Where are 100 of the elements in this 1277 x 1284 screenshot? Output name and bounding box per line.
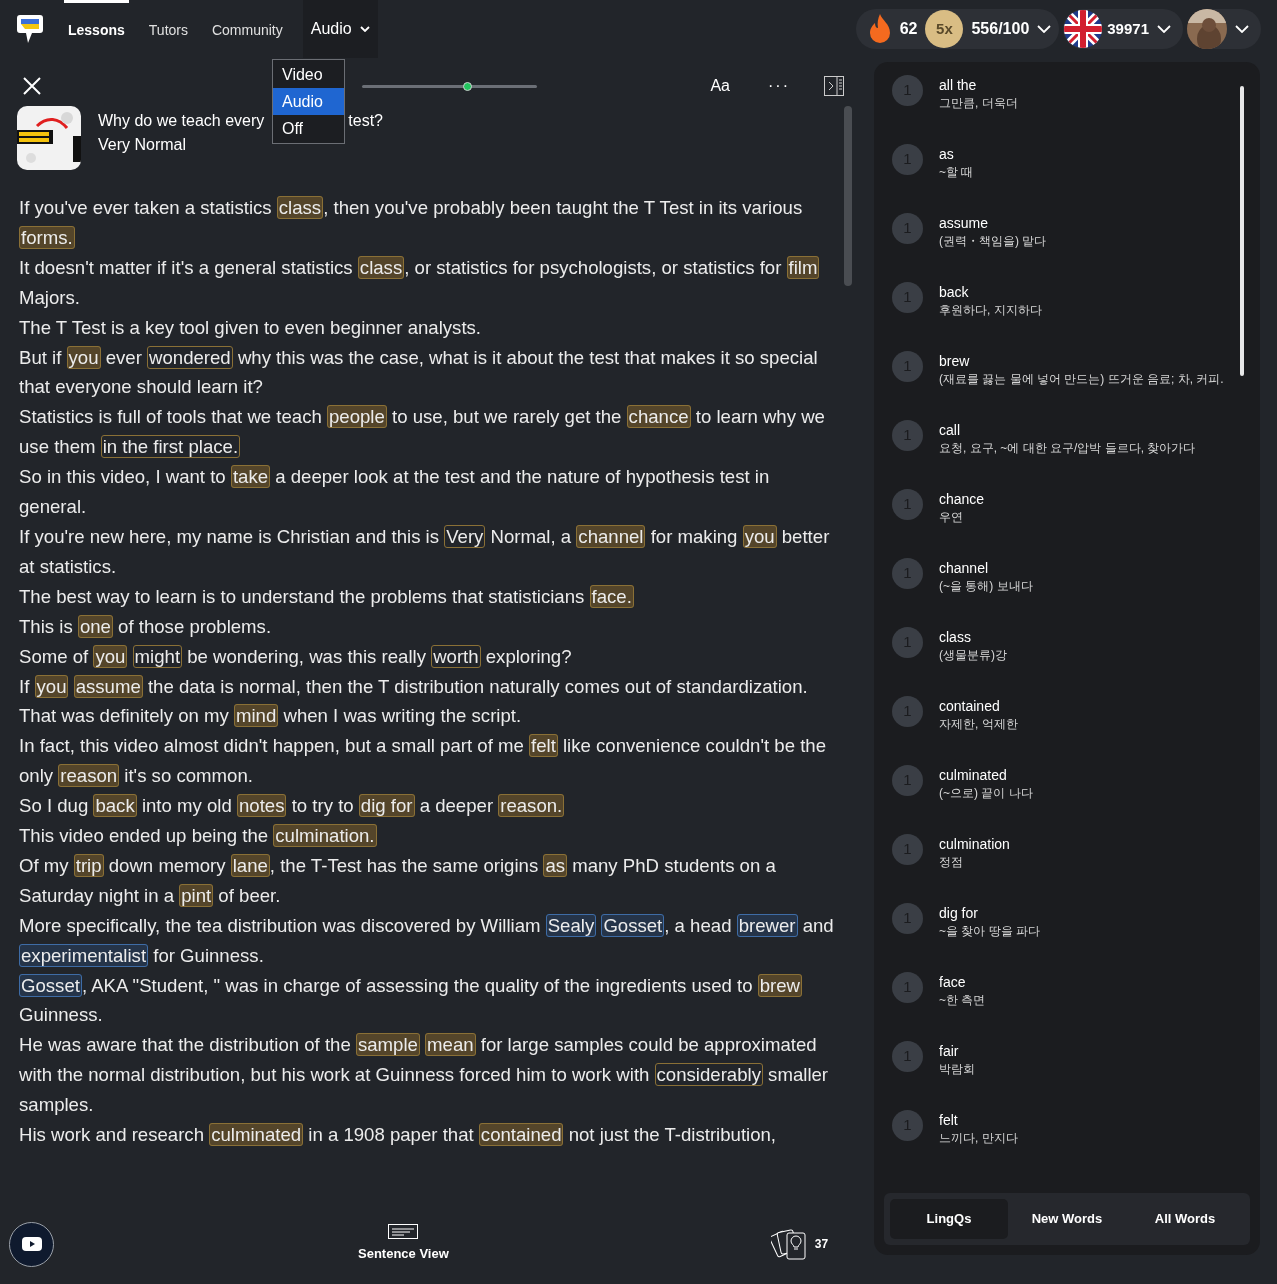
phrase-word[interactable]: worth: [431, 644, 481, 668]
slider-thumb[interactable]: [463, 81, 472, 91]
new-word[interactable]: Sealy: [545, 913, 597, 937]
font-size-button[interactable]: Aa: [706, 74, 734, 98]
transcript-sentence: Of my trip down memory lane, the T-Test has the same origins as many PhD students on a Saturday night in a pint of beer.: [19, 852, 777, 909]
phrase-word[interactable]: might: [132, 644, 183, 668]
lingq-word[interactable]: dig for: [358, 794, 415, 818]
vocab-term[interactable]: channel: [939, 559, 1033, 578]
lingq-word[interactable]: as: [543, 853, 568, 877]
lingq-word[interactable]: chance: [626, 405, 691, 429]
new-word[interactable]: Gosset: [19, 973, 82, 997]
stats-pill[interactable]: 62 5x 556/100: [855, 9, 1060, 49]
vocab-meaning: 그만큼, 더욱더: [939, 95, 1018, 112]
flashcards-button[interactable]: 37: [770, 1227, 829, 1261]
transcript-sentence: In fact, this video almost didn't happen, but a small part of me felt like convenience couldn't be the only reason it's so common.: [19, 733, 827, 790]
vocab-term[interactable]: felt: [939, 1111, 1018, 1130]
lingq-word[interactable]: pint: [179, 883, 214, 907]
phrase-word[interactable]: considerably: [654, 1063, 763, 1087]
flag-icon: [1063, 9, 1104, 49]
sentence-icon: [388, 1224, 419, 1240]
vocab-term[interactable]: brew: [939, 352, 1224, 371]
phrase-word[interactable]: wondered: [147, 345, 233, 369]
vocab-term[interactable]: assume: [939, 214, 1047, 233]
lingq-word[interactable]: sample: [355, 1033, 420, 1057]
chevron-down-icon: [1235, 25, 1249, 33]
vocab-term[interactable]: contained: [939, 697, 1018, 716]
lingq-word[interactable]: face.: [589, 584, 634, 608]
media-mode-dropdown[interactable]: Audio: [302, 0, 378, 58]
lingq-word[interactable]: take: [230, 465, 271, 489]
known-words-count: 39971: [1107, 18, 1149, 39]
lingq-word[interactable]: brew: [757, 973, 802, 997]
lingq-word[interactable]: you: [34, 674, 69, 698]
menu-option[interactable]: Off: [273, 115, 344, 142]
vocab-meaning: (~을 통해) 보내다: [939, 578, 1033, 595]
youtube-button[interactable]: [9, 1221, 54, 1267]
lingq-word[interactable]: channel: [576, 524, 646, 548]
transcript-sentence: More specifically, the tea distribution was discovered by William Sealy Gosset, a head brewer and experimentalist for Guinness.: [19, 912, 834, 969]
lingq-word[interactable]: film: [786, 255, 820, 279]
vocab-term[interactable]: all the: [939, 76, 1018, 95]
transcript-sentence: So I dug back into my old notes to try to dig for a deeper reason.: [19, 793, 566, 820]
vocab-tab[interactable]: New Words: [1008, 1199, 1126, 1239]
transcript-sentence: But if you ever wondered why this was the case, what is it about the test that makes it so special that everyone should learn it?: [19, 344, 819, 400]
vocab-meaning: 정점: [939, 854, 964, 871]
more-button[interactable]: ···: [764, 74, 794, 98]
lingq-word[interactable]: felt: [529, 734, 558, 758]
vocab-term[interactable]: chance: [939, 490, 985, 509]
lingq-word[interactable]: forms.: [19, 225, 75, 249]
lingq-word[interactable]: class: [276, 196, 324, 219]
lingq-word[interactable]: you: [66, 345, 101, 369]
phrase-word[interactable]: in the first place.: [100, 435, 241, 459]
sidebar-toggle-icon[interactable]: [824, 76, 844, 96]
menu-option[interactable]: Video: [273, 61, 344, 88]
nav-link[interactable]: Lessons: [64, 0, 129, 58]
vocab-tab[interactable]: All Words: [1126, 1199, 1244, 1239]
lingq-word[interactable]: mean: [425, 1033, 476, 1057]
vocab-term[interactable]: class: [939, 628, 1007, 647]
transcript-sentence: So in this video, I want to take a deeper look at the test and the nature of hypothesis test in general.: [19, 464, 771, 520]
vocab-term[interactable]: culmination: [939, 835, 1010, 854]
new-word[interactable]: experimentalist: [19, 943, 149, 967]
lingq-word[interactable]: assume: [73, 674, 143, 698]
profile-pill[interactable]: [1187, 9, 1261, 49]
lingq-word[interactable]: contained: [478, 1123, 564, 1147]
multiplier-coin: 5x: [925, 10, 964, 48]
transcript-sentence: It doesn't matter if it's a general statistics class, or statistics for psychologists, or statistics for film Majors.: [19, 254, 821, 310]
vocab-term[interactable]: culminated: [939, 766, 1033, 785]
language-pill[interactable]: 39971: [1063, 9, 1183, 49]
new-word[interactable]: brewer: [736, 913, 798, 937]
lesson-title: Why do we teach every: [98, 111, 265, 131]
lingq-word[interactable]: you: [742, 524, 777, 548]
menu-option[interactable]: Audio: [273, 88, 344, 115]
new-word[interactable]: Gosset: [601, 913, 665, 937]
vocab-term[interactable]: back: [939, 283, 1042, 302]
lingq-word[interactable]: culminated: [209, 1123, 304, 1147]
logo-icon[interactable]: [16, 13, 44, 45]
vocab-term[interactable]: call: [939, 421, 1196, 440]
lingq-word[interactable]: class: [357, 255, 405, 279]
lingq-word[interactable]: people: [326, 405, 387, 429]
vocab-term[interactable]: as: [939, 145, 974, 164]
lingq-word[interactable]: reason.: [498, 794, 565, 818]
flame-icon: [867, 13, 892, 45]
lingq-word[interactable]: one: [77, 614, 113, 638]
lingq-word[interactable]: culmination.: [273, 824, 377, 848]
vocab-term[interactable]: dig for: [939, 904, 1040, 923]
vocab-tab[interactable]: LingQs: [890, 1199, 1008, 1239]
playback-slider[interactable]: [362, 84, 537, 88]
lingq-word[interactable]: trip: [73, 853, 104, 877]
nav-link[interactable]: Community: [207, 0, 287, 58]
lingq-word[interactable]: back: [93, 794, 137, 818]
lingq-word[interactable]: you: [93, 644, 128, 668]
sentence-view-button[interactable]: Sentence View: [358, 1224, 449, 1264]
phrase-word[interactable]: Very: [444, 524, 486, 548]
lingq-word[interactable]: lane: [230, 853, 270, 877]
transcript-sentence: His work and research culminated in a 1908 paper that contained not just the T-distribution,: [19, 1122, 778, 1149]
nav-link[interactable]: Tutors: [144, 0, 192, 58]
lingq-word[interactable]: notes: [236, 794, 287, 818]
lingq-word[interactable]: mind: [233, 704, 279, 728]
lingq-word[interactable]: reason: [58, 764, 120, 788]
vocab-term[interactable]: fair: [939, 1042, 975, 1061]
vocab-term[interactable]: face: [939, 973, 986, 992]
close-icon[interactable]: [22, 76, 42, 96]
